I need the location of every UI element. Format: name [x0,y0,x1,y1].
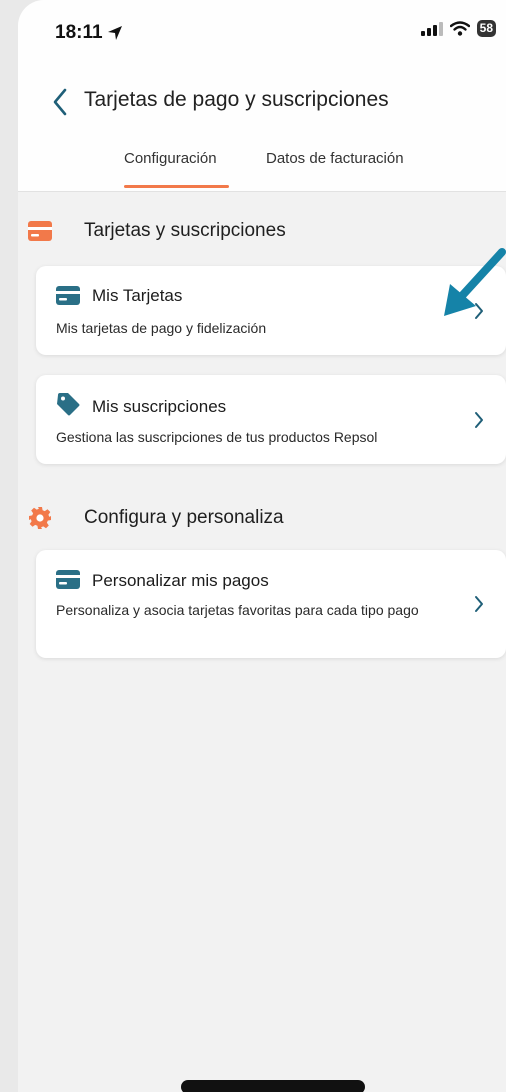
status-icons: 58 [420,20,496,37]
chevron-right-icon [475,596,483,612]
battery-icon: 58 [476,20,496,37]
card-mis-tarjetas[interactable]: Mis Tarjetas Mis tarjetas de pago y fide… [36,266,506,355]
card-personalizar-pagos[interactable]: Personalizar mis pagos Personaliza y aso… [36,550,506,658]
annotation-arrow-icon [444,248,506,316]
tab-configuracion[interactable]: Configuración [124,150,217,167]
chevron-right-icon [475,412,483,428]
card-title: Mis Tarjetas [92,286,183,305]
card-icon [28,221,52,241]
card-description: Mis tarjetas de pago y fidelización [56,320,267,336]
status-time: 18:11 [55,22,123,44]
credit-card-icon [56,286,80,305]
location-arrow-icon [107,26,122,40]
credit-card-icon [56,570,80,589]
card-title: Mis suscripciones [92,397,227,416]
back-button[interactable] [45,85,75,119]
active-tab-indicator [124,185,229,188]
signal-icon [420,21,443,36]
home-indicator [181,1080,365,1092]
card-title: Personalizar mis pagos [92,571,269,590]
screen: 18:11 58 Tarjetas de pago y suscripcione… [18,0,506,1092]
chevron-left-icon [53,88,67,116]
card-mis-suscripciones[interactable]: Mis suscripciones Gestiona las suscripci… [36,375,506,464]
section-title-configura: Configura y personaliza [84,507,284,528]
page-title: Tarjetas de pago y suscripciones [84,88,389,111]
section-title-tarjetas: Tarjetas y suscripciones [84,220,286,241]
tag-icon [57,393,80,416]
card-description: Gestiona las suscripciones de tus produc… [56,429,378,445]
gear-icon [29,507,51,529]
wifi-icon [449,21,470,36]
card-description: Personaliza y asocia tarjetas favoritas … [56,602,419,618]
tab-datos-facturacion[interactable]: Datos de facturación [266,150,404,167]
